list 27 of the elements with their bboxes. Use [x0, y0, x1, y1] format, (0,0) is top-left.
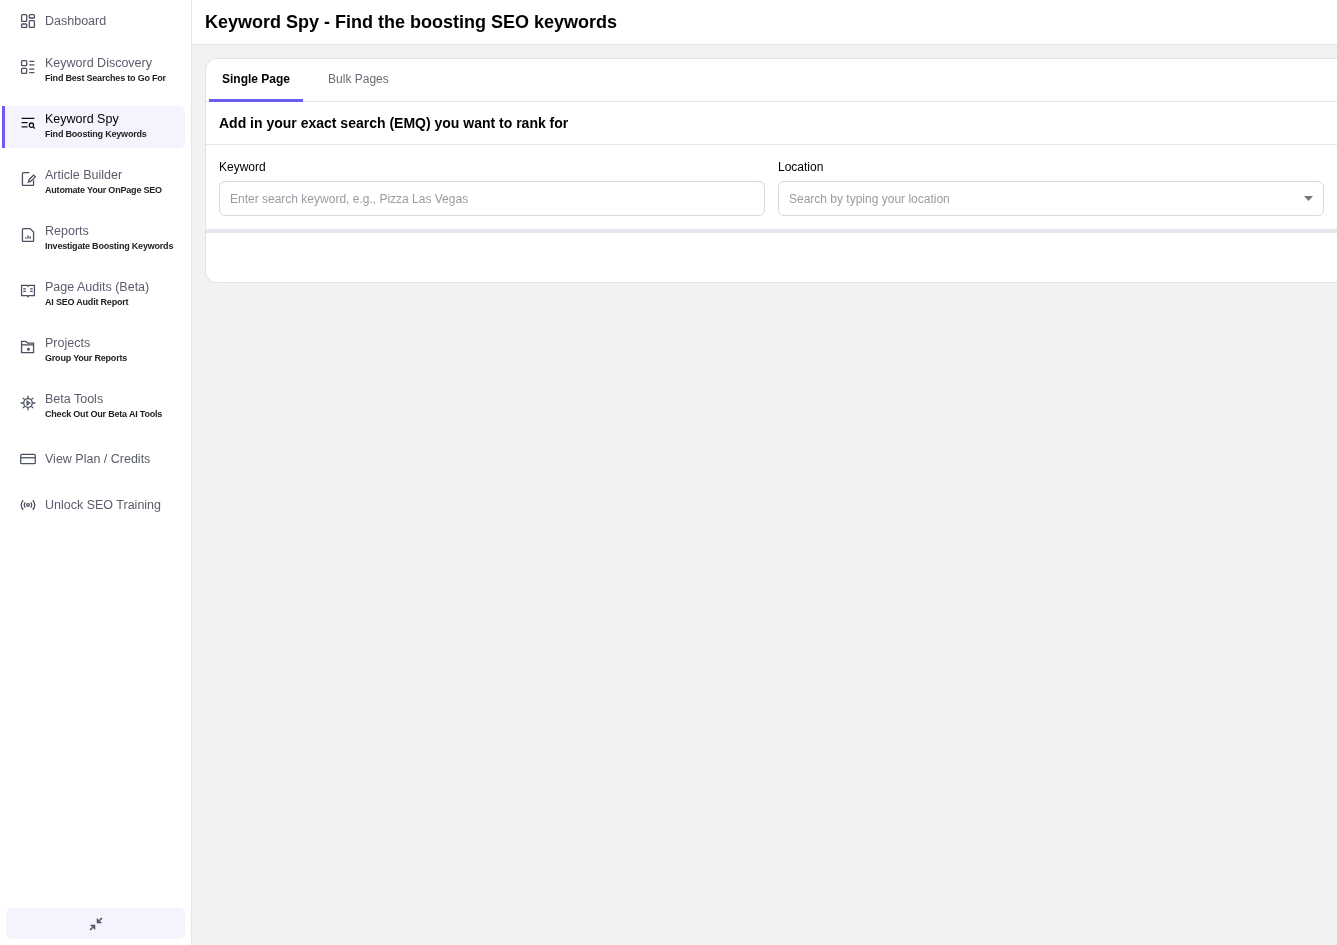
collapse-icon [87, 915, 104, 932]
sidebar-item[interactable]: Beta Tools Check Out Our Beta AI Tools [2, 386, 185, 428]
keyword-input[interactable]: Enter search keyword, e.g., Pizza Las Vegas [219, 181, 765, 216]
sidebar-item[interactable]: Article Builder Automate Your OnPage SEO [2, 162, 185, 204]
field-label: Keyword [219, 159, 267, 176]
gear-icon [19, 394, 37, 412]
tab[interactable]: Bulk Pages [303, 59, 414, 102]
book-icon [19, 282, 37, 300]
field-label: Location [778, 159, 825, 176]
folder-icon [19, 338, 37, 356]
sidebar-item[interactable]: Dashboard [2, 4, 185, 38]
form-heading: Add in your exact search (EMQ) you want to rank for [219, 113, 569, 133]
tab[interactable]: Single Page [209, 59, 304, 102]
page-title: Keyword Spy - Find the boosting SEO keywords [205, 10, 618, 34]
grid-icon [19, 12, 37, 30]
sidebar-item[interactable]: Keyword Spy Find Boosting Keywords [2, 106, 185, 148]
sidebar-item[interactable]: View Plan / Credits [2, 442, 185, 476]
sidebar-item[interactable]: Keyword Discovery Find Best Searches to Go For [2, 50, 185, 92]
sidebar-item[interactable]: Page Audits (Beta) AI SEO Audit Report [2, 274, 185, 316]
edit-document-icon [19, 170, 37, 188]
sidebar-item[interactable]: Unlock SEO Training [2, 488, 185, 522]
sidebar-item[interactable]: Reports Investigate Boosting Keywords [2, 218, 185, 260]
list-icon [19, 58, 37, 76]
dropdown-caret-icon [1304, 196, 1313, 201]
sidebar-item[interactable]: Projects Group Your Reports [2, 330, 185, 372]
report-document-icon [19, 226, 37, 244]
collapse-button[interactable] [6, 908, 185, 939]
